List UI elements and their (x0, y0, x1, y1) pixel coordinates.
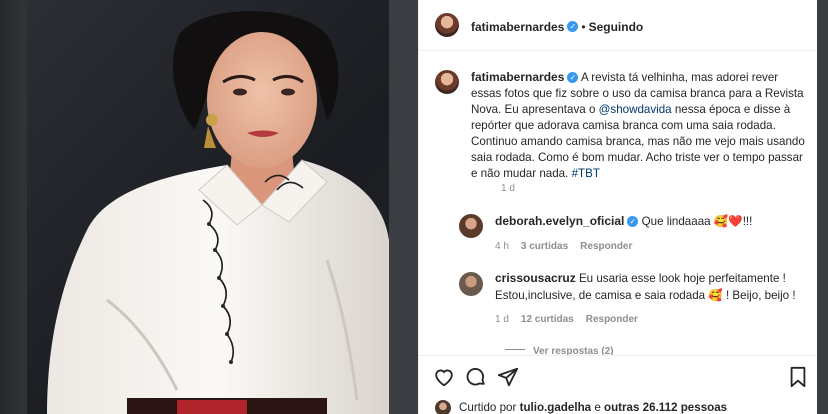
post-photo[interactable] (27, 0, 418, 414)
verified-badge-icon: ✓ (627, 216, 639, 228)
comment-1-text: Que lindaaaa 🥰❤️!!! (641, 215, 753, 228)
liker-username[interactable]: tulio.gadelha (520, 401, 592, 414)
header-author: fatimabernardes ✓ • Seguindo (471, 18, 643, 36)
post-header: fatimabernardes ✓ • Seguindo (419, 0, 817, 51)
comment-1: deborah.evelyn_oficial ✓ Que lindaaaa 🥰❤️… (495, 213, 815, 230)
comment-2-meta: 1 d 12 curtidas Responder (495, 314, 638, 325)
comment-1-meta: 4 h 3 curtidas Responder (495, 241, 632, 252)
header-username[interactable]: fatimabernardes (471, 20, 564, 34)
comment-2-reply-button[interactable]: Responder (586, 314, 638, 325)
caption: fatimabernardes ✓ A revista tá velhinha, … (471, 69, 806, 182)
bookmark-icon[interactable] (787, 366, 809, 388)
caption-username[interactable]: fatimabernardes (471, 70, 564, 84)
comment-2-likes[interactable]: 12 curtidas (521, 314, 574, 325)
likes-summary: Curtido por tulio.gadelha e outras 26.11… (459, 401, 727, 414)
instagram-post-dialog: fatimabernardes ✓ • Seguindo fatimabernarde… (27, 0, 817, 414)
likes-middle: e (594, 401, 601, 414)
comment-avatar-2[interactable] (459, 272, 483, 296)
replies-line (505, 349, 525, 351)
likes-prefix: Curtido por (459, 401, 517, 414)
comment-1-time[interactable]: 4 h (495, 241, 509, 252)
comment-2-username[interactable]: crissousacruz (495, 271, 576, 285)
comment-1-likes[interactable]: 3 curtidas (521, 241, 568, 252)
comment-avatar-1[interactable] (459, 214, 483, 238)
verified-badge-icon: ✓ (567, 21, 579, 33)
share-icon[interactable] (497, 366, 519, 388)
caption-avatar[interactable] (435, 70, 459, 94)
hashtag-link[interactable]: #TBT (572, 167, 600, 180)
magazine-photo-illustration (27, 0, 418, 414)
comment-icon[interactable] (465, 366, 487, 388)
comment-2-time[interactable]: 1 d (495, 314, 509, 325)
comment-2: crissousacruz Eu usaria esse look hoje p… (495, 270, 815, 304)
post-actions: Curtido por tulio.gadelha e outras 26.11… (419, 355, 817, 414)
verified-badge-icon: ✓ (567, 72, 579, 84)
comment-1-username[interactable]: deborah.evelyn_oficial (495, 214, 624, 228)
caption-time[interactable]: 1 d (501, 183, 515, 194)
header-separator: • (581, 20, 586, 34)
heart-icon[interactable] (433, 366, 455, 388)
post-details-panel: fatimabernardes ✓ • Seguindo fatimabernarde… (418, 0, 817, 414)
mention-link[interactable]: @showdavida (599, 103, 672, 116)
likes-count[interactable]: outras 26.112 pessoas (604, 401, 727, 414)
author-avatar[interactable] (435, 13, 459, 37)
comment-1-reply-button[interactable]: Responder (580, 241, 632, 252)
liker-avatar[interactable] (435, 400, 451, 414)
follow-status-button[interactable]: Seguindo (589, 20, 644, 34)
